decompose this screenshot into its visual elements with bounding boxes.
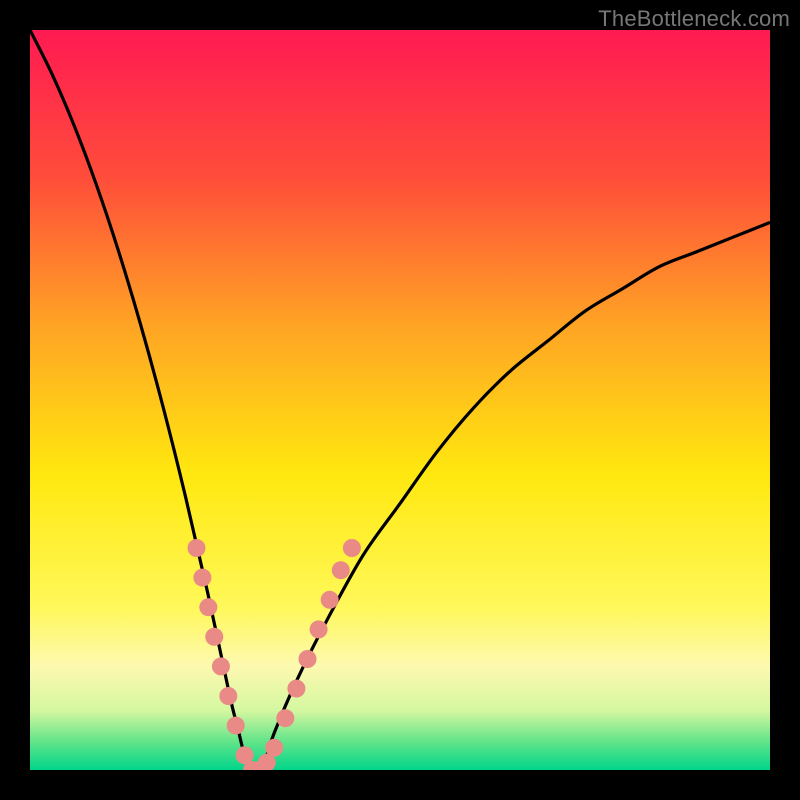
curve-marker (310, 620, 328, 638)
curve-marker (321, 591, 339, 609)
curve-marker (188, 539, 206, 557)
curve-marker (265, 739, 283, 757)
curve-marker (219, 687, 237, 705)
bottleneck-chart (30, 30, 770, 770)
chart-frame (30, 30, 770, 770)
curve-marker (276, 709, 294, 727)
curve-marker (227, 717, 245, 735)
curve-marker (343, 539, 361, 557)
curve-marker (193, 569, 211, 587)
curve-marker (212, 657, 230, 675)
curve-marker (205, 628, 223, 646)
curve-marker (199, 598, 217, 616)
curve-marker (332, 561, 350, 579)
watermark-text: TheBottleneck.com (598, 6, 790, 32)
curve-marker (299, 650, 317, 668)
curve-marker (287, 680, 305, 698)
gradient-background (30, 30, 770, 770)
